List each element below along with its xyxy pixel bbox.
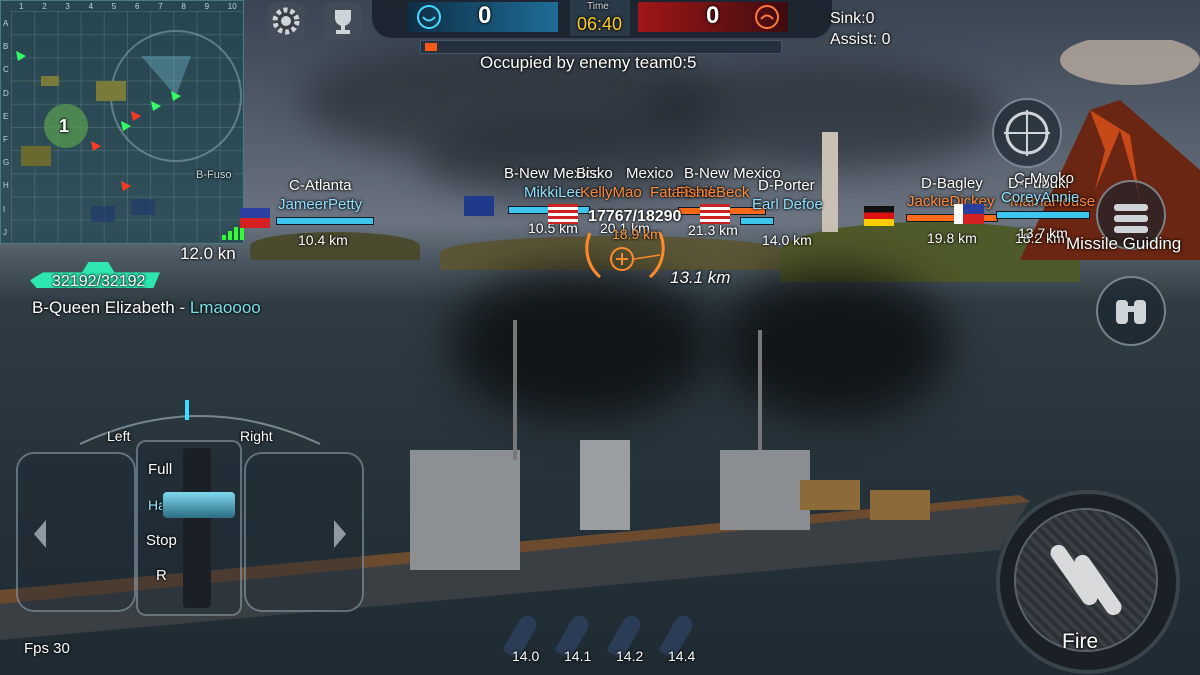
ship-health-bar <box>740 217 774 225</box>
ship-label-player: FishieBeck <box>676 184 750 201</box>
steer-left-button[interactable] <box>16 452 136 612</box>
enemy-emblem-icon <box>755 5 779 29</box>
philippines-flag-icon <box>240 208 270 228</box>
lighthouse <box>822 132 838 232</box>
player-health: 32192/32192 <box>52 273 146 290</box>
ally-emblem-icon <box>417 5 441 29</box>
player-ship-name: B-Queen Elizabeth - Lmaoooo <box>32 298 261 317</box>
arrow-left-icon <box>34 520 46 548</box>
ship-label-distance: 13.7 km <box>1018 225 1068 241</box>
ship-label-ship: C-Atlanta <box>289 177 352 194</box>
uk-flag-icon <box>464 196 494 216</box>
fps-counter: Fps 30 <box>24 640 70 657</box>
rudder-left-label: Left <box>107 428 131 444</box>
throttle-full-label: Full <box>148 461 173 478</box>
throttle-track[interactable] <box>183 448 211 608</box>
ammo-reload: 14.0 <box>512 648 540 664</box>
binoculars-button[interactable] <box>1096 276 1166 346</box>
leaderboard-button[interactable] <box>324 2 362 40</box>
fire-label: Fire <box>1062 630 1099 653</box>
time-label: Time <box>587 1 609 12</box>
throttle-reverse-label: R <box>156 567 167 584</box>
scope-icon <box>1004 110 1050 156</box>
aim-range: 13.1 km <box>670 268 731 287</box>
ship-label-distance: 19.8 km <box>927 230 977 246</box>
philippines-flag-icon <box>954 204 984 224</box>
ship-label-ship: Mexico <box>626 165 674 182</box>
ship-label-ship: D-Porter <box>758 177 815 194</box>
minimap-overlay <box>16 30 242 191</box>
ally-score: 0 <box>478 2 492 29</box>
malaysia-flag-icon <box>700 204 730 224</box>
ship-health-bar <box>906 214 998 222</box>
occupation-progress <box>420 40 782 54</box>
arrow-right-icon <box>334 520 346 548</box>
capture-point-label: 1 <box>59 116 70 136</box>
ship-label-player: JameerPetty <box>278 196 363 213</box>
enemy-score: 0 <box>706 2 720 29</box>
missile-guiding-label: Missile Guiding <box>1066 234 1182 253</box>
ship-label-ship: D-Bagley <box>921 175 983 192</box>
time-value: 06:40 <box>577 14 623 34</box>
ammo-reload: 14.1 <box>564 648 592 664</box>
throttle-handle[interactable] <box>163 492 235 518</box>
occupation-fill <box>425 43 437 51</box>
ship-label-player: CoreyAnnie <box>1001 189 1080 206</box>
occupation-status: Occupied by enemy team0:5 <box>480 53 697 72</box>
assist-count: Assist: 0 <box>830 31 891 48</box>
ship-label-ship: C-Myoko <box>1014 170 1075 187</box>
throttle-stop-label: Stop <box>146 532 177 549</box>
sink-count: Sink:0 <box>830 10 875 27</box>
uk-flag-icon <box>91 206 115 222</box>
ammo-reload: 14.2 <box>616 648 644 664</box>
germany-flag-icon <box>864 206 894 226</box>
trophy-icon <box>335 10 351 34</box>
minimap[interactable]: 1 2 3 4 5 6 7 8 9 10 ABCDEFGHIJ 1 B-Fuso <box>0 0 244 244</box>
steer-right-button[interactable] <box>244 452 364 612</box>
ally-score-panel: 0 <box>408 2 558 32</box>
binoculars-icon <box>1116 300 1146 324</box>
ship-label-distance: 21.3 km <box>688 222 738 238</box>
ship-label-player: Earl Defoe <box>752 196 823 213</box>
ship-label-ship: Bisko <box>576 165 613 182</box>
aim-crosshair <box>585 232 665 279</box>
ship-health-bar <box>996 211 1090 219</box>
shells-icon <box>1050 544 1122 616</box>
match-timer: Time 06:40 <box>570 0 630 36</box>
ship-label-distance: 10.4 km <box>298 232 348 248</box>
enemy-score-panel: 0 <box>638 2 788 32</box>
throttle-half-label: Half <box>148 497 162 513</box>
ammo-reload: 14.4 <box>668 648 696 664</box>
rudder-right-label: Right <box>240 428 273 444</box>
uk-flag-icon <box>131 199 155 215</box>
settings-button[interactable] <box>267 2 305 40</box>
ship-label-distance: 14.0 km <box>762 232 812 248</box>
minimap-ship-label: B-Fuso <box>196 169 232 181</box>
ship-health-bar <box>276 217 374 225</box>
player-speed: 12.0 kn <box>180 244 236 263</box>
scope-button[interactable] <box>992 98 1062 168</box>
gear-icon <box>272 7 300 35</box>
